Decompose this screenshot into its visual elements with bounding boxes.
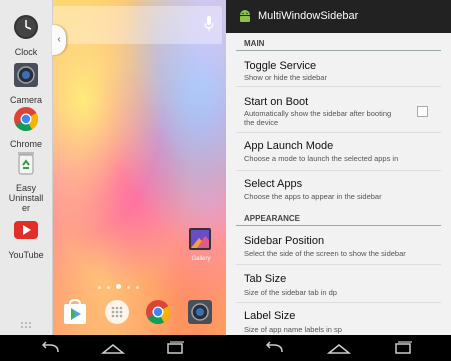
- pref-summary: Size of the sidebar tab in dp: [244, 288, 337, 297]
- gallery-label: Gallery: [191, 256, 211, 262]
- play-store-icon[interactable]: [62, 299, 88, 325]
- launcher-screen: Clock Camera Chrome Easy Uninstall er Yo…: [0, 0, 226, 361]
- sidebar-app-label: Easy Uninstall er: [8, 183, 44, 213]
- section-header-main: MAIN: [244, 39, 265, 48]
- recent-apps-icon[interactable]: [388, 340, 418, 356]
- pref-sidebar-position[interactable]: Sidebar Position Select the side of the …: [226, 226, 451, 263]
- youtube-icon: [14, 221, 38, 239]
- microphone-icon[interactable]: [204, 16, 214, 32]
- chrome-icon: [14, 107, 39, 132]
- recent-apps-icon[interactable]: [160, 340, 190, 356]
- sidebar-app-label: Chrome: [9, 139, 42, 149]
- sidebar-app-camera[interactable]: Camera: [0, 62, 52, 105]
- clock-icon: [14, 15, 38, 39]
- sidebar-app-label: Clock: [14, 47, 38, 57]
- page-dot: [127, 286, 130, 289]
- sidebar-app-label: Camera: [9, 95, 42, 105]
- android-robot-icon[interactable]: [238, 8, 252, 24]
- google-search-bar[interactable]: [52, 6, 222, 44]
- pref-summary: Show or hide the sidebar: [244, 73, 327, 82]
- pref-summary: Size of app name labels in sp: [244, 325, 342, 334]
- multiwindow-sidebar: Clock Camera Chrome Easy Uninstall er Yo…: [0, 0, 53, 335]
- recycle-icon: [18, 152, 34, 175]
- sidebar-app-youtube[interactable]: YouTube: [0, 217, 52, 260]
- app-drawer-icon[interactable]: [104, 299, 130, 325]
- back-icon[interactable]: [36, 340, 66, 356]
- preference-list: MAIN Toggle Service Show or hide the sid…: [226, 33, 451, 335]
- page-dot: [98, 286, 101, 289]
- sidebar-app-chrome[interactable]: Chrome: [0, 106, 52, 149]
- section-header-appearance: APPEARANCE: [244, 214, 301, 223]
- pref-app-launch-mode[interactable]: App Launch Mode Choose a mode to launch …: [226, 133, 451, 170]
- pref-summary: Automatically show the sidebar after boo…: [244, 109, 392, 127]
- page-dot: [107, 286, 110, 289]
- pref-title: Start on Boot: [244, 96, 309, 108]
- pref-summary: Select the side of the screen to show th…: [244, 249, 406, 258]
- chrome-icon[interactable]: [145, 299, 171, 325]
- camera-icon[interactable]: [187, 299, 213, 325]
- sidebar-app-clock[interactable]: Clock: [0, 14, 52, 57]
- pref-label-size[interactable]: Label Size Size of app name labels in sp: [226, 303, 451, 335]
- page-dot-active: [116, 284, 121, 289]
- pref-title: Sidebar Position: [244, 235, 325, 247]
- sidebar-app-easy-uninstaller[interactable]: Easy Uninstall er: [0, 150, 52, 213]
- back-icon[interactable]: [260, 340, 290, 356]
- pref-summary: Choose the apps to appear in the sidebar: [244, 192, 382, 201]
- pref-toggle-service[interactable]: Toggle Service Show or hide the sidebar: [226, 51, 451, 86]
- app-grid-icon[interactable]: [20, 321, 32, 329]
- pref-title: App Launch Mode: [244, 140, 334, 152]
- home-icon[interactable]: [98, 340, 128, 356]
- pref-summary: Choose a mode to launch the selected app…: [244, 154, 399, 163]
- chevron-left-icon: ‹: [57, 34, 61, 45]
- navigation-bar: [0, 335, 226, 361]
- start-on-boot-checkbox[interactable]: [417, 106, 428, 117]
- gallery-icon[interactable]: [189, 228, 211, 250]
- pref-title: Select Apps: [244, 178, 303, 190]
- pref-title: Tab Size: [244, 273, 287, 285]
- action-bar: MultiWindowSidebar: [226, 0, 451, 33]
- pref-title: Label Size: [244, 310, 296, 322]
- sidebar-app-label: YouTube: [8, 250, 44, 260]
- pref-title: Toggle Service: [244, 60, 317, 72]
- pref-tab-size[interactable]: Tab Size Size of the sidebar tab in dp: [226, 265, 451, 302]
- settings-screen: MultiWindowSidebar MAIN Toggle Service S…: [226, 0, 451, 361]
- camera-icon: [14, 63, 38, 87]
- page-indicator: [98, 276, 145, 294]
- page-dot: [136, 286, 139, 289]
- pref-start-on-boot[interactable]: Start on Boot Automatically show the sid…: [226, 87, 451, 132]
- pref-select-apps[interactable]: Select Apps Choose the apps to appear in…: [226, 171, 451, 208]
- navigation-bar: [226, 335, 451, 361]
- app-title: MultiWindowSidebar: [258, 10, 359, 22]
- home-icon[interactable]: [324, 340, 354, 356]
